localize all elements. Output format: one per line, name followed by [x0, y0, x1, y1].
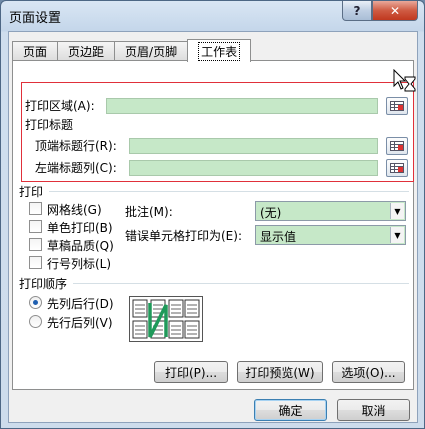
tab-header-footer[interactable]: 页眉/页脚: [114, 41, 189, 61]
tab-page[interactable]: 页面: [12, 41, 59, 61]
tab-page-label: 页面: [23, 45, 48, 59]
print-area-label: 打印区域(A):: [25, 99, 95, 113]
tab-header-footer-label: 页眉/页脚: [125, 45, 178, 59]
page-order-diagram-icon: [132, 299, 200, 339]
cell-errors-select-value: 显示值: [260, 230, 297, 244]
page-order-heading: 打印顺序: [19, 277, 68, 291]
black-white-checkbox[interactable]: [29, 220, 42, 233]
chevron-down-icon: ▼: [390, 203, 404, 219]
print-titles-heading: 打印标题: [25, 118, 74, 132]
cols-to-repeat-field[interactable]: [129, 160, 378, 176]
rows-collapse-button[interactable]: [386, 137, 408, 155]
draft-quality-label: 草稿品质(Q): [47, 239, 114, 253]
cancel-button[interactable]: 取消: [337, 399, 410, 421]
print-separator: [49, 191, 409, 192]
window-title: 页面设置: [9, 11, 62, 26]
print-area-field[interactable]: [106, 98, 378, 114]
page-order-preview: [129, 296, 203, 342]
help-button[interactable]: ?: [342, 1, 372, 21]
chevron-down-icon: ▼: [390, 227, 404, 243]
ok-button[interactable]: 确定: [254, 399, 327, 421]
print-area-collapse-button[interactable]: [386, 97, 408, 115]
over-then-down-radio[interactable]: [29, 315, 42, 328]
comments-select[interactable]: (无) ▼: [255, 201, 406, 221]
range-select-icon: [390, 163, 404, 173]
page-setup-dialog: 页面设置 ? ✕ 页面 页边距 页眉/页脚 工作表 打印区域(A): 打印标题 …: [0, 0, 425, 429]
black-white-label: 单色打印(B): [47, 221, 113, 235]
down-then-over-radio[interactable]: [29, 296, 42, 309]
comments-label: 批注(M):: [125, 205, 173, 219]
range-select-icon: [390, 141, 404, 151]
options-button[interactable]: 选项(O)...: [332, 361, 405, 383]
busy-cursor-icon: [393, 68, 417, 98]
tab-strip: 页面 页边距 页眉/页脚 工作表: [12, 39, 252, 62]
gridlines-checkbox[interactable]: [29, 202, 42, 215]
title-bar[interactable]: 页面设置 ? ✕: [1, 1, 424, 31]
cols-to-repeat-label: 左端标题列(C):: [35, 161, 117, 175]
tab-sheet[interactable]: 工作表: [187, 39, 252, 62]
tab-margins[interactable]: 页边距: [57, 41, 116, 61]
over-then-down-label: 先行后列(V): [47, 316, 113, 330]
rows-to-repeat-field[interactable]: [129, 138, 378, 154]
rows-to-repeat-label: 顶端标题行(R):: [35, 139, 117, 153]
cell-errors-label: 错误单元格打印为(E):: [125, 229, 242, 243]
gridlines-label: 网格线(G): [47, 203, 102, 217]
draft-quality-checkbox[interactable]: [29, 238, 42, 251]
tab-margins-label: 页边距: [68, 45, 105, 59]
sheet-tab-panel: 打印区域(A): 打印标题 顶端标题行(R): 左端标题列(C): 打印 网格线…: [12, 60, 414, 390]
close-button[interactable]: ✕: [372, 1, 418, 21]
print-preview-button[interactable]: 打印预览(W): [237, 361, 323, 383]
dialog-body: 页面 页边距 页眉/页脚 工作表 打印区域(A): 打印标题 顶端标题行(R):…: [8, 31, 418, 423]
tab-sheet-label: 工作表: [198, 41, 241, 61]
print-button[interactable]: 打印(P)...: [154, 361, 228, 383]
cell-errors-select[interactable]: 显示值 ▼: [255, 225, 406, 245]
row-col-headings-checkbox[interactable]: [29, 256, 42, 269]
comments-select-value: (无): [260, 206, 282, 220]
cols-collapse-button[interactable]: [386, 159, 408, 177]
page-order-separator: [73, 283, 409, 284]
print-heading: 打印: [19, 185, 44, 199]
range-select-icon: [390, 101, 404, 111]
row-col-headings-label: 行号列标(L): [47, 257, 112, 271]
down-then-over-label: 先列后行(D): [47, 297, 114, 311]
